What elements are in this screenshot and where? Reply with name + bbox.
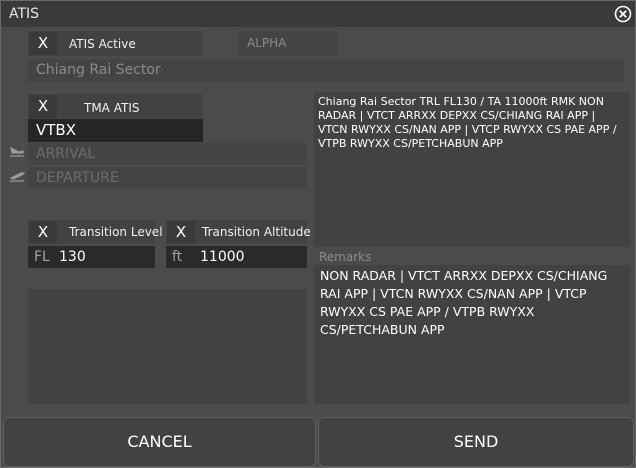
transition-altitude-value: 11000 <box>200 249 245 265</box>
tma-airport-input[interactable]: VTBX <box>28 119 203 142</box>
cancel-button[interactable]: CANCEL <box>3 417 316 467</box>
empty-panel <box>28 289 307 404</box>
remarks-label: Remarks <box>319 250 372 264</box>
arrival-input[interactable]: ARRIVAL <box>28 143 307 165</box>
plane-takeoff-icon <box>9 168 26 188</box>
atis-active-label: ATIS Active <box>69 37 136 51</box>
sector-name-input[interactable]: Chiang Rai Sector <box>28 59 624 82</box>
departure-input[interactable]: DEPARTURE <box>28 167 307 189</box>
tma-atis-label: TMA ATIS <box>84 101 140 115</box>
send-button[interactable]: SEND <box>318 417 634 467</box>
transition-level-unit: FL <box>34 249 50 265</box>
transition-level-label: Transition Level <box>69 225 163 239</box>
transition-level-checkbox[interactable]: X <box>29 221 57 243</box>
window-title: ATIS <box>9 6 40 22</box>
title-bar: ATIS <box>1 1 635 27</box>
transition-altitude-checkbox[interactable]: X <box>167 221 195 243</box>
atis-letter-field[interactable]: ALPHA <box>239 31 337 56</box>
transition-level-value: 130 <box>59 249 86 265</box>
atis-active-checkbox[interactable]: X <box>29 32 57 55</box>
close-icon[interactable] <box>614 5 632 23</box>
transition-level-input[interactable]: FL <box>28 246 155 268</box>
transition-altitude-label: Transition Altitude <box>202 225 311 239</box>
remarks-input[interactable]: NON RADAR | VTCT ARRXX DEPXX CS/CHIANG R… <box>314 265 630 404</box>
plane-landing-icon <box>9 144 25 164</box>
atis-window: ATIS X ATIS Active ALPHA Chiang Rai Sect… <box>0 0 636 468</box>
atis-preview-text: Chiang Rai Sector TRL FL130 / TA 11000ft… <box>314 92 630 247</box>
transition-altitude-unit: ft <box>172 249 183 265</box>
tma-atis-checkbox[interactable]: X <box>29 95 57 118</box>
